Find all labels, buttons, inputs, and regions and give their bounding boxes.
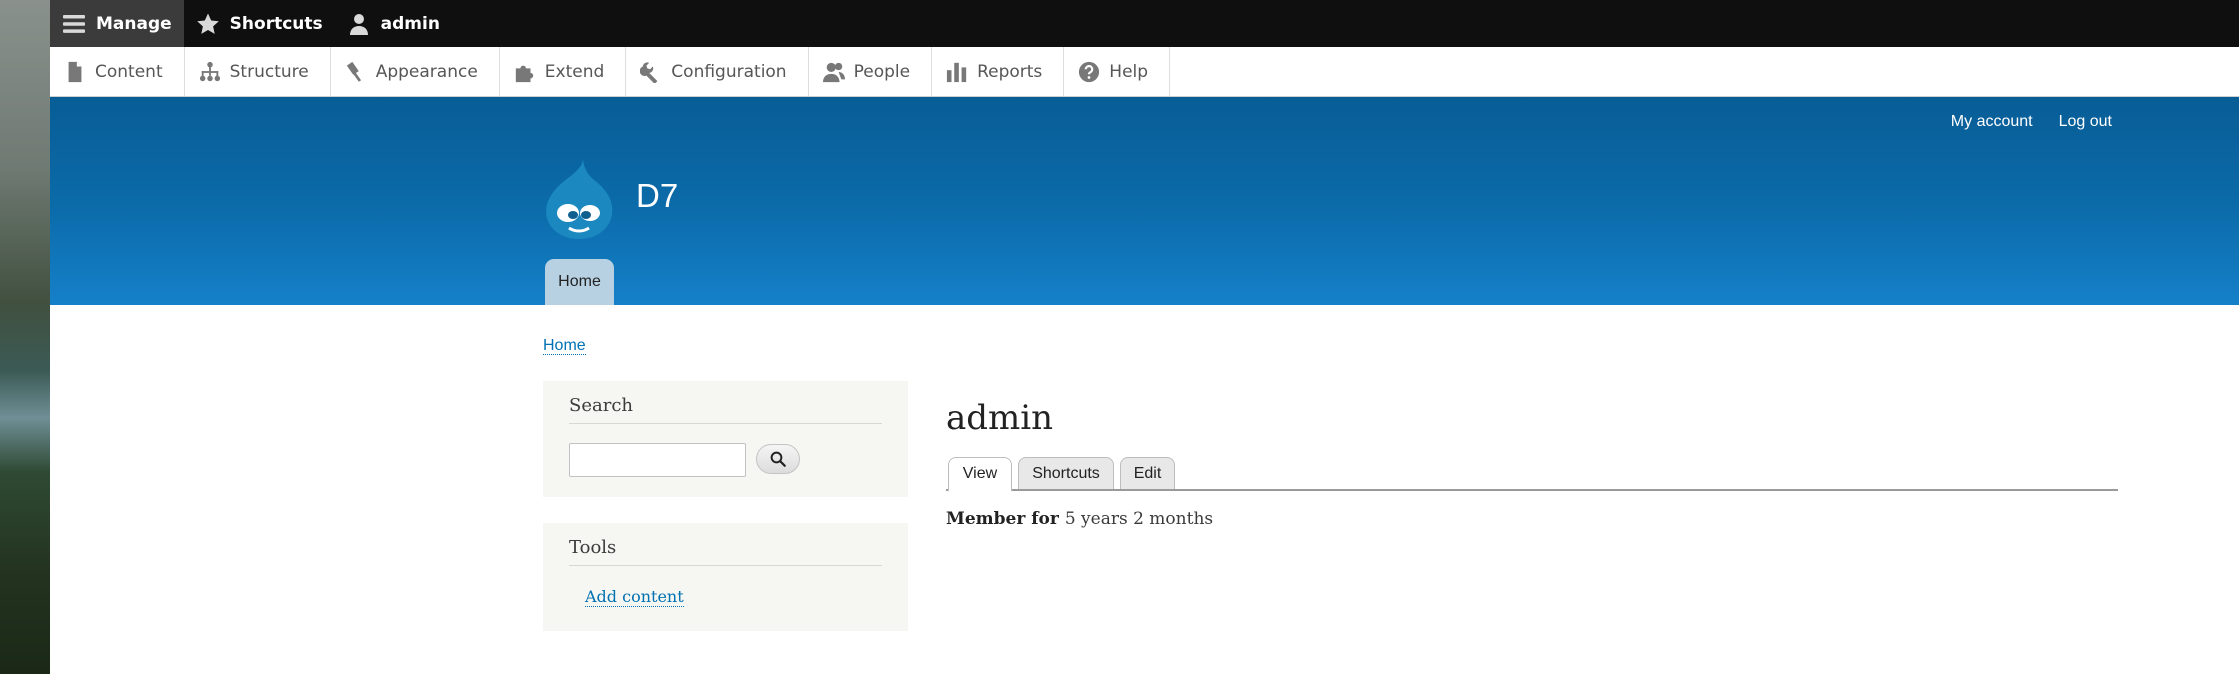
breadcrumb-home-link[interactable]: Home — [543, 337, 586, 355]
search-input[interactable] — [569, 443, 746, 477]
page-title: admin — [946, 398, 1054, 438]
member-for-line: Member for 5 years 2 months — [946, 509, 1213, 529]
admin-toolbar: Manage Shortcuts admin — [50, 0, 2239, 47]
tools-block: Tools Add content — [543, 523, 908, 631]
tray-item-label: Extend — [544, 61, 605, 82]
hamburger-icon — [63, 14, 85, 33]
my-account-link[interactable]: My account — [1951, 113, 2033, 131]
people-icon — [822, 62, 845, 82]
main-menu-home-tab[interactable]: Home — [545, 259, 614, 305]
tray-item-people[interactable]: People — [809, 47, 933, 96]
page: Manage Shortcuts admin Content Structure… — [50, 0, 2239, 674]
toolbar-shortcuts-button[interactable]: Shortcuts — [184, 0, 335, 47]
member-for-value: 5 years 2 months — [1064, 509, 1214, 529]
tab-view[interactable]: View — [948, 457, 1012, 492]
tray-item-reports[interactable]: Reports — [932, 47, 1065, 96]
puzzle-icon — [515, 65, 534, 82]
tabs-divider — [946, 489, 2118, 491]
sitemap-icon — [199, 61, 220, 81]
tray-item-configuration[interactable]: Configuration — [626, 47, 809, 96]
file-icon — [68, 61, 82, 82]
tray-item-label: Reports — [977, 61, 1043, 82]
tray-item-label: Help — [1109, 61, 1149, 82]
secondary-menu: My account Log out — [1951, 113, 2112, 131]
drupal-logo-icon[interactable] — [543, 158, 615, 240]
tray-item-label: People — [853, 61, 911, 82]
star-icon — [196, 13, 219, 34]
tray-item-appearance[interactable]: Appearance — [331, 47, 500, 96]
add-content-link[interactable]: Add content — [585, 587, 684, 607]
search-button[interactable] — [756, 444, 800, 474]
search-icon — [770, 451, 786, 467]
search-block: Search — [543, 381, 908, 497]
tray-item-label: Configuration — [671, 61, 787, 82]
breadcrumb: Home — [543, 335, 586, 355]
site-name[interactable]: D7 — [636, 177, 678, 215]
tray-item-label: Content — [95, 61, 163, 82]
user-icon — [349, 13, 368, 35]
paint-roller-icon — [346, 61, 361, 82]
log-out-link[interactable]: Log out — [2059, 113, 2112, 131]
member-for-label: Member for — [946, 509, 1059, 529]
tray-item-content[interactable]: Content — [50, 47, 185, 96]
tab-shortcuts[interactable]: Shortcuts — [1018, 457, 1114, 490]
toolbar-user-button[interactable]: admin — [335, 0, 452, 47]
help-icon — [1079, 61, 1100, 82]
background-photo-strip — [0, 0, 50, 674]
tray-item-help[interactable]: Help — [1064, 47, 1171, 96]
tray-item-structure[interactable]: Structure — [185, 47, 331, 96]
tray-item-extend[interactable]: Extend — [500, 47, 627, 96]
tab-edit[interactable]: Edit — [1120, 457, 1175, 490]
wrench-icon — [640, 61, 658, 83]
tray-item-label: Structure — [229, 61, 309, 82]
toolbar-user-label: admin — [380, 13, 440, 34]
admin-menu-tray: Content Structure Appearance Extend Conf… — [50, 47, 2239, 97]
search-block-title: Search — [569, 395, 882, 424]
bar-chart-icon — [946, 62, 967, 82]
tools-block-title: Tools — [569, 537, 882, 566]
site-header: My account Log out D7 Home — [50, 97, 2239, 305]
toolbar-manage-button[interactable]: Manage — [50, 0, 184, 47]
tray-item-label: Appearance — [375, 61, 478, 82]
toolbar-manage-label: Manage — [96, 13, 172, 34]
toolbar-shortcuts-label: Shortcuts — [229, 13, 323, 34]
